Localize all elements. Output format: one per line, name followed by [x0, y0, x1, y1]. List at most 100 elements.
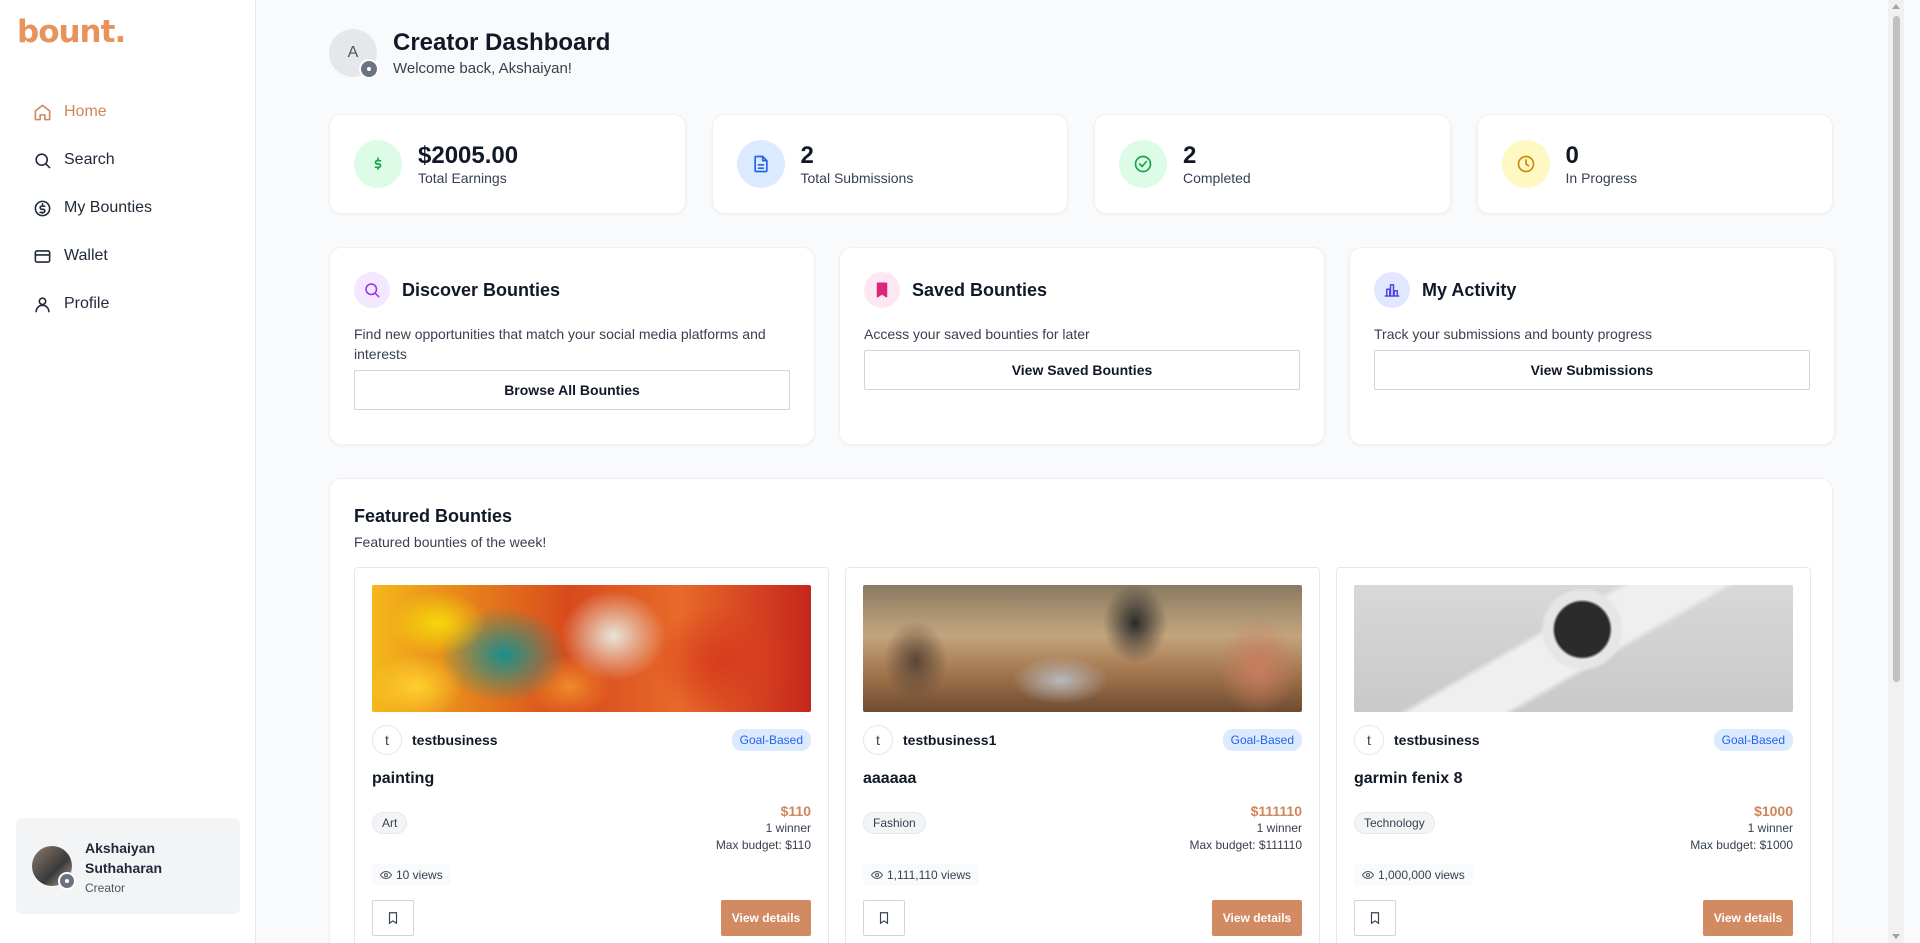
- stat-total-submissions: 2 Total Submissions: [711, 114, 1068, 214]
- dollar-circle-icon: [32, 198, 52, 218]
- bounty-image[interactable]: [372, 585, 811, 712]
- user-role: Creator: [85, 880, 126, 895]
- category-tag: Technology: [1354, 812, 1435, 834]
- sidebar: bount. Home Search My Bounties Wallet Pr…: [0, 0, 256, 943]
- business-avatar: t: [863, 725, 893, 755]
- wallet-icon: [32, 246, 52, 266]
- bounty-type-badge: Goal-Based: [1222, 729, 1302, 751]
- bounty-price: $111110: [1250, 803, 1302, 819]
- main-content: A Creator Dashboard Welcome back, Akshai…: [256, 0, 1904, 943]
- eye-icon: [1362, 870, 1374, 880]
- category-tag: Art: [372, 812, 408, 834]
- stat-total-earnings: $2005.00 Total Earnings: [329, 114, 686, 214]
- bookmark-icon: [388, 912, 398, 925]
- bounty-image[interactable]: [863, 585, 1302, 712]
- eye-icon: [380, 870, 392, 880]
- business-name: testbusiness1: [903, 732, 997, 748]
- quick-actions: Discover Bounties Find new opportunities…: [329, 247, 1835, 445]
- status-dot-icon: [359, 58, 379, 79]
- avatar-initial: A: [347, 43, 359, 61]
- bounty-max-budget: Max budget: $110: [715, 838, 811, 852]
- sidebar-item-home[interactable]: Home: [20, 88, 236, 136]
- bounty-card[interactable]: t testbusiness Goal-Based painting Art $…: [354, 567, 829, 943]
- category-tag: Fashion: [863, 812, 926, 834]
- bounty-type-badge: Goal-Based: [731, 729, 811, 751]
- view-details-button[interactable]: View details: [1703, 900, 1793, 936]
- check-circle-icon: [1119, 140, 1167, 188]
- bounty-max-budget: Max budget: $111110: [1189, 838, 1302, 852]
- user-card[interactable]: Akshaiyan Suthaharan Creator: [16, 818, 240, 914]
- sidebar-item-wallet[interactable]: Wallet: [20, 232, 236, 280]
- stat-label: Completed: [1183, 170, 1251, 186]
- page-title: Creator Dashboard: [393, 29, 611, 56]
- views-count: 1,111,110 views: [863, 864, 980, 886]
- bounty-title: aaaaaa: [863, 770, 917, 787]
- bounty-winners: 1 winner: [1256, 821, 1302, 835]
- stat-label: Total Submissions: [800, 170, 914, 186]
- bookmark-button[interactable]: [372, 900, 414, 936]
- bounty-price: $110: [780, 803, 811, 819]
- stat-completed: 2 Completed: [1094, 114, 1451, 214]
- views-count: 1,000,000 views: [1354, 864, 1473, 886]
- bookmark-button[interactable]: [1354, 900, 1396, 936]
- sidebar-item-label: My Bounties: [64, 199, 153, 216]
- stat-label: Total Earnings: [418, 170, 507, 186]
- page-scrollbar[interactable]: [1888, 0, 1904, 943]
- views-label: 1,000,000 views: [1378, 868, 1465, 882]
- stat-value: 2: [1183, 142, 1197, 169]
- scroll-up-icon[interactable]: [1892, 4, 1900, 9]
- stat-value: $2005.00: [418, 142, 519, 169]
- user-icon: [32, 294, 52, 314]
- sidebar-item-my-bounties[interactable]: My Bounties: [20, 184, 236, 232]
- business-name: testbusiness: [1394, 732, 1480, 748]
- bounty-card[interactable]: t testbusiness Goal-Based garmin fenix 8…: [1336, 567, 1811, 943]
- sidebar-item-search[interactable]: Search: [20, 136, 236, 184]
- discover-bounties-card: Discover Bounties Find new opportunities…: [329, 247, 815, 445]
- stat-in-progress: 0 In Progress: [1476, 114, 1833, 214]
- bounty-winners: 1 winner: [1747, 821, 1793, 835]
- sidebar-item-label: Wallet: [64, 247, 108, 264]
- bookmark-icon: [1370, 912, 1380, 925]
- search-icon: [354, 272, 390, 308]
- card-title: Discover Bounties: [402, 279, 561, 300]
- scroll-down-icon[interactable]: [1892, 934, 1900, 939]
- brand-logo[interactable]: bount.: [17, 14, 126, 50]
- sidebar-item-profile[interactable]: Profile: [20, 280, 236, 328]
- document-icon: [736, 140, 785, 188]
- bookmark-button[interactable]: [863, 900, 905, 936]
- bounty-image[interactable]: [1354, 585, 1793, 712]
- bounty-price: $1000: [1754, 803, 1793, 819]
- browse-all-bounties-button[interactable]: Browse All Bounties: [354, 370, 790, 410]
- my-activity-card: My Activity Track your submissions and b…: [1349, 247, 1835, 445]
- view-details-button[interactable]: View details: [721, 900, 811, 936]
- avatar[interactable]: A: [329, 28, 379, 79]
- business-name: testbusiness: [412, 732, 498, 748]
- section-title: Featured Bounties: [354, 506, 513, 526]
- view-saved-bounties-button[interactable]: View Saved Bounties: [864, 350, 1300, 390]
- card-description: Track your submissions and bounty progre…: [1374, 326, 1653, 342]
- user-name: Akshaiyan Suthaharan: [85, 839, 163, 876]
- stat-label: In Progress: [1565, 170, 1638, 186]
- bounty-list: t testbusiness Goal-Based painting Art $…: [354, 567, 1811, 943]
- bounty-title: garmin fenix 8: [1354, 770, 1463, 787]
- card-description: Find new opportunities that match your s…: [354, 326, 766, 362]
- view-details-button[interactable]: View details: [1212, 900, 1302, 936]
- sidebar-nav: Home Search My Bounties Wallet Profile: [20, 88, 236, 328]
- business-avatar: t: [1354, 725, 1384, 755]
- views-label: 10 views: [396, 868, 443, 882]
- view-submissions-button[interactable]: View Submissions: [1374, 350, 1810, 390]
- bounty-card[interactable]: t testbusiness1 Goal-Based aaaaaa Fashio…: [845, 567, 1320, 943]
- scrollbar-thumb[interactable]: [1893, 16, 1900, 682]
- saved-bounties-card: Saved Bounties Access your saved bountie…: [839, 247, 1325, 445]
- clock-icon: [1501, 140, 1550, 188]
- bounty-title: painting: [372, 770, 435, 787]
- views-count: 10 views: [372, 864, 451, 886]
- status-dot-icon: [58, 872, 76, 890]
- avatar: [32, 846, 76, 890]
- stat-value: 2: [800, 142, 814, 169]
- bounty-type-badge: Goal-Based: [1713, 729, 1793, 751]
- home-icon: [32, 102, 52, 122]
- business-avatar: t: [372, 725, 402, 755]
- sidebar-item-label: Home: [64, 103, 107, 120]
- bookmark-icon: [879, 912, 889, 925]
